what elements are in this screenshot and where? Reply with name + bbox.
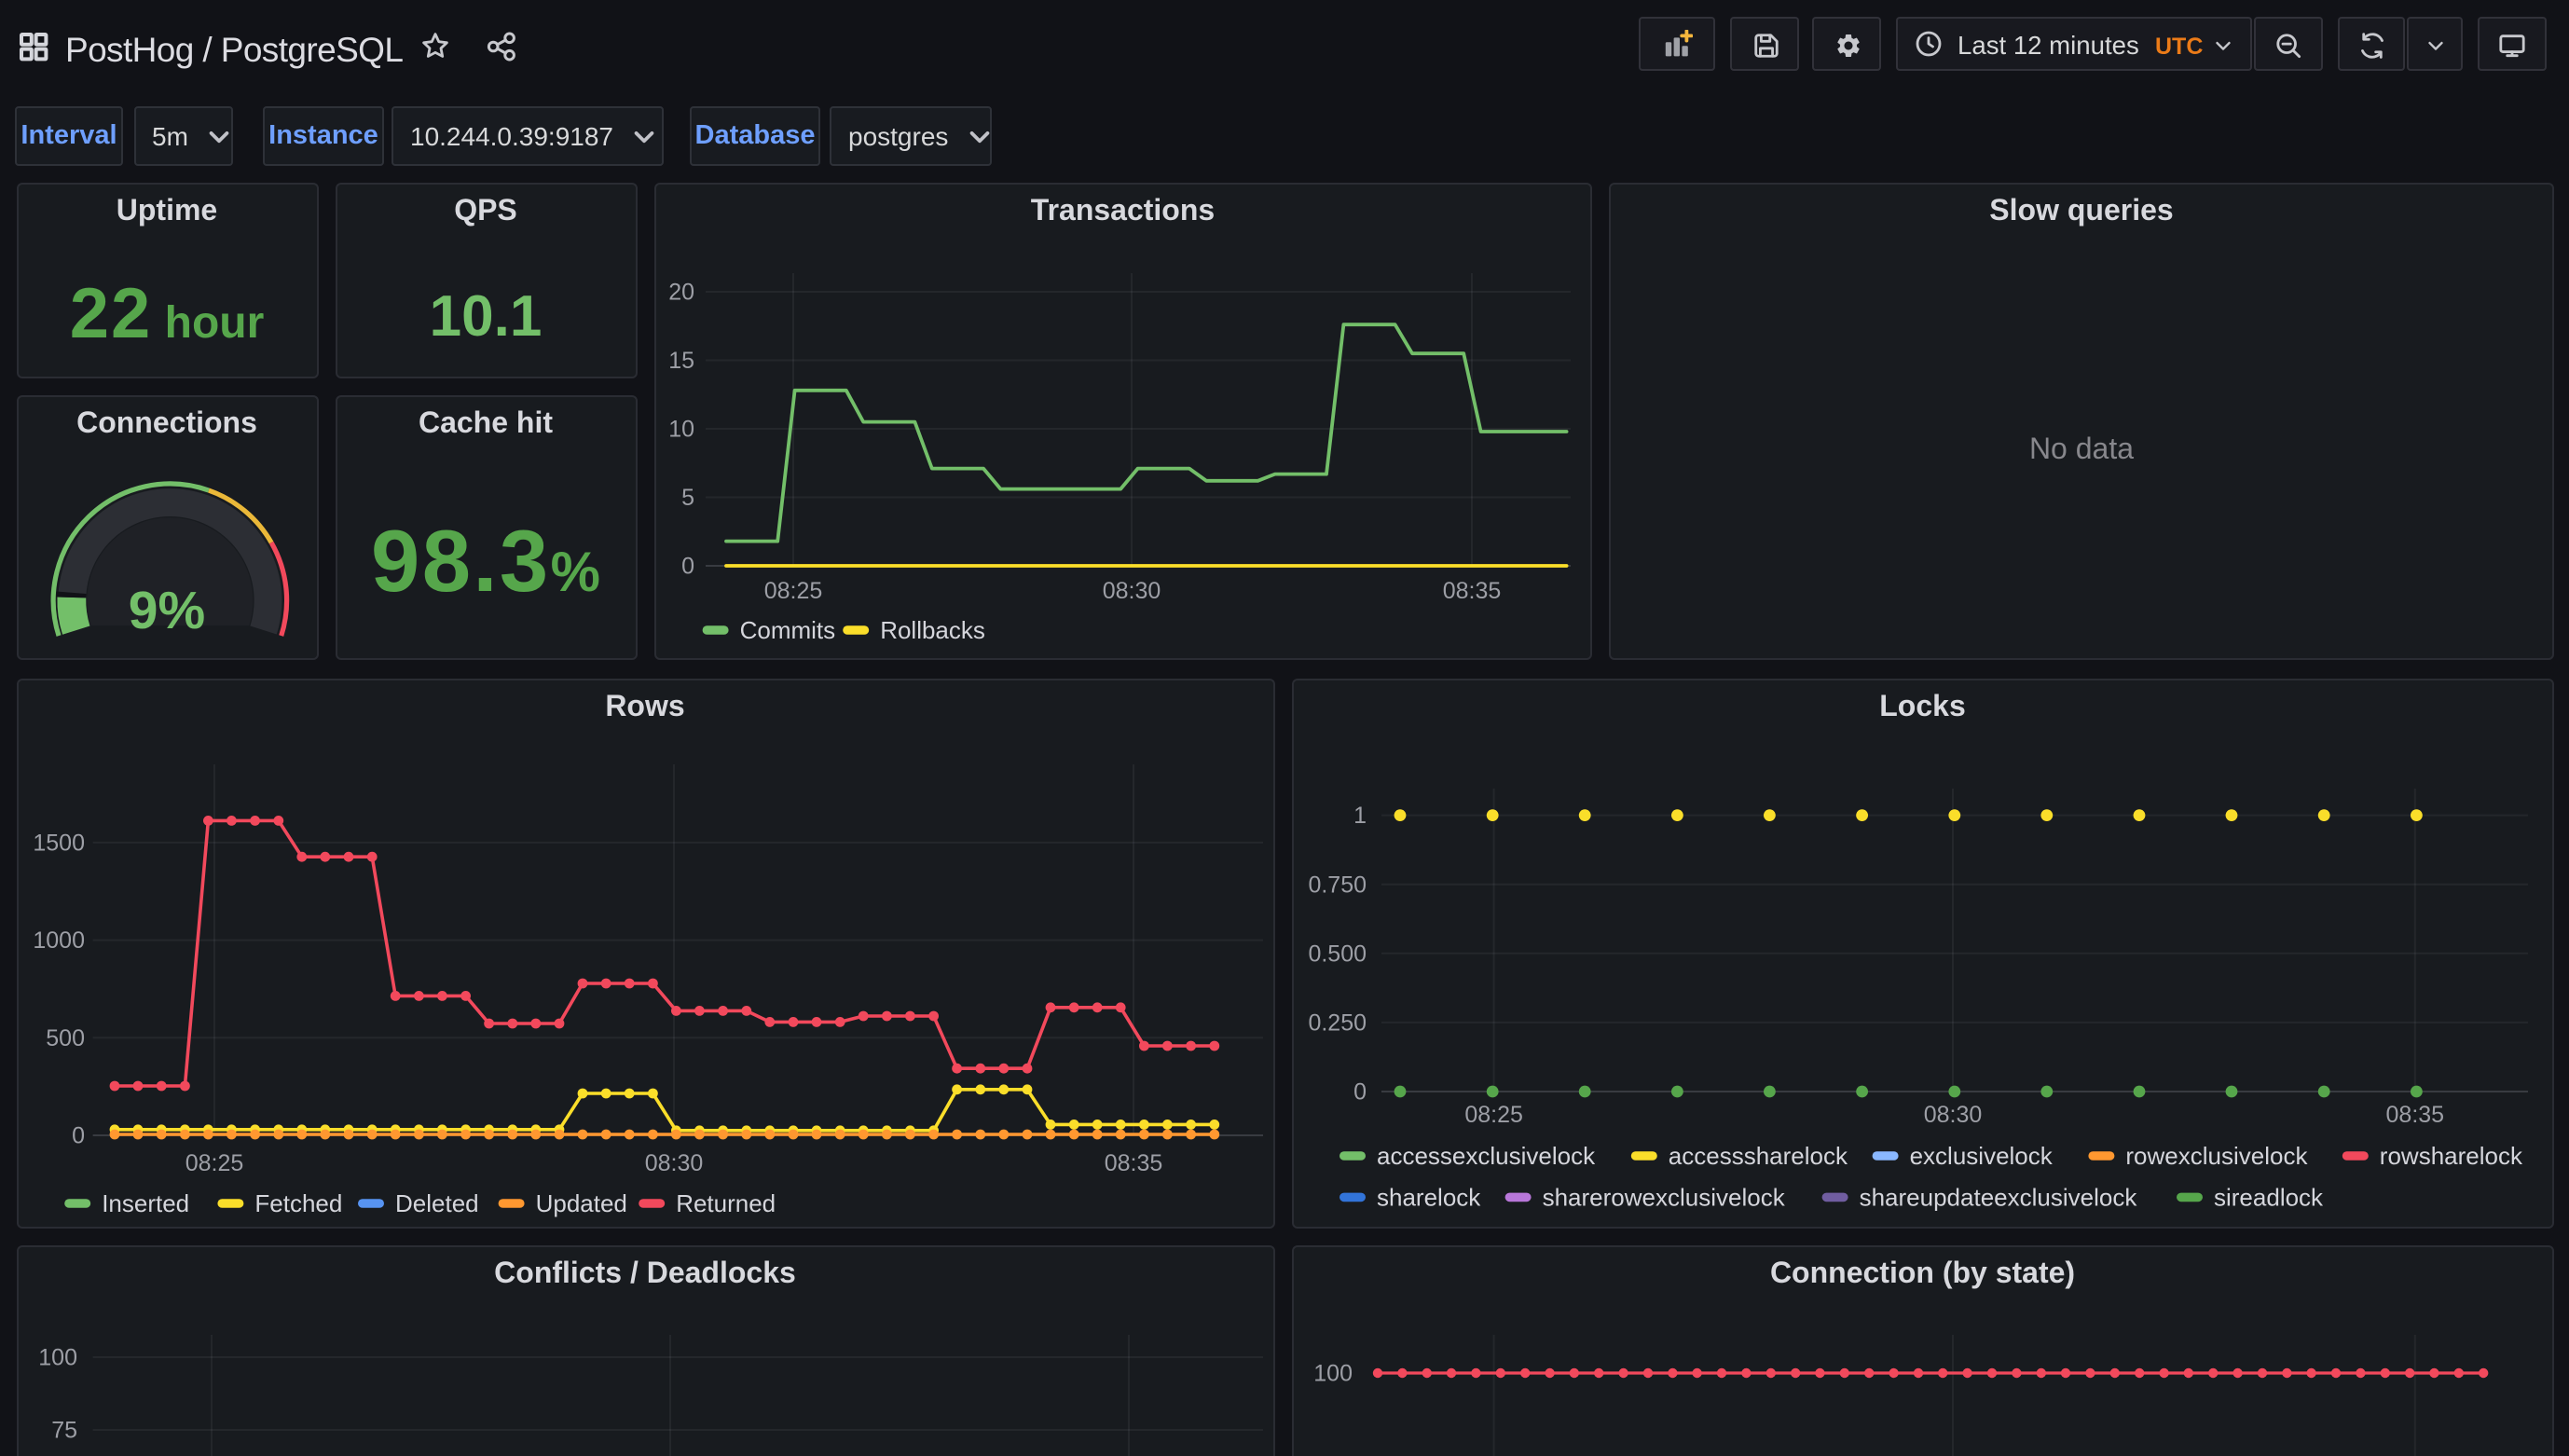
svg-text:08:30: 08:30	[644, 1149, 703, 1175]
svg-text:shareupdateexclusivelock: shareupdateexclusivelock	[1859, 1182, 2137, 1210]
svg-text:0: 0	[680, 553, 694, 579]
svg-text:Inserted: Inserted	[101, 1188, 188, 1216]
svg-text:Fetched: Fetched	[254, 1188, 341, 1216]
svg-text:sharerowexclusivelock: sharerowexclusivelock	[1542, 1182, 1785, 1210]
svg-text:1000: 1000	[32, 927, 84, 953]
svg-text:1500: 1500	[32, 830, 84, 856]
svg-text:08:25: 08:25	[763, 577, 822, 603]
svg-text:rowexclusivelock: rowexclusivelock	[2124, 1141, 2307, 1169]
svg-text:08:35: 08:35	[1104, 1149, 1162, 1175]
svg-text:08:35: 08:35	[2385, 1101, 2444, 1127]
svg-text:15: 15	[667, 347, 694, 373]
svg-text:08:30: 08:30	[1923, 1101, 1982, 1127]
svg-text:exclusivelock: exclusivelock	[1909, 1141, 2053, 1169]
svg-text:100: 100	[1312, 1360, 1352, 1386]
svg-text:sharelock: sharelock	[1376, 1182, 1480, 1210]
svg-text:5: 5	[680, 484, 694, 510]
svg-text:75: 75	[50, 1417, 76, 1443]
svg-text:0: 0	[1353, 1078, 1366, 1105]
svg-text:Deleted: Deleted	[394, 1188, 478, 1216]
svg-text:500: 500	[45, 1024, 84, 1051]
svg-text:accessexclusivelock: accessexclusivelock	[1376, 1141, 1595, 1169]
svg-text:rowsharelock: rowsharelock	[2379, 1141, 2522, 1169]
svg-text:100: 100	[37, 1344, 76, 1370]
svg-text:08:25: 08:25	[1463, 1101, 1522, 1127]
svg-text:08:35: 08:35	[1442, 577, 1501, 603]
svg-text:0: 0	[71, 1122, 84, 1148]
svg-text:10: 10	[667, 416, 694, 442]
svg-text:Returned: Returned	[675, 1188, 775, 1216]
svg-text:08:25: 08:25	[185, 1149, 243, 1175]
svg-text:0.250: 0.250	[1307, 1010, 1366, 1036]
svg-text:accesssharelock: accesssharelock	[1668, 1141, 1848, 1169]
svg-text:Rollbacks: Rollbacks	[879, 615, 984, 643]
svg-text:Updated: Updated	[535, 1188, 626, 1216]
svg-text:0.500: 0.500	[1307, 940, 1366, 966]
svg-text:0.750: 0.750	[1307, 871, 1366, 897]
svg-text:Commits: Commits	[739, 615, 835, 643]
svg-text:sireadlock: sireadlock	[2213, 1182, 2323, 1210]
svg-text:1: 1	[1353, 802, 1366, 828]
svg-text:20: 20	[667, 279, 694, 305]
svg-text:08:30: 08:30	[1102, 577, 1161, 603]
